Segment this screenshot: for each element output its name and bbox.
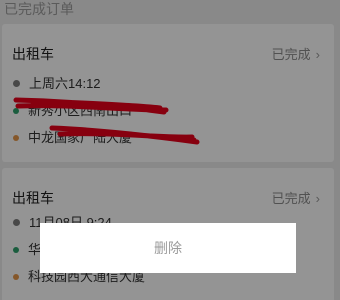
order-list-page: 已完成订单 出租车 已完成 › 上周六14:12 新秀小区西南出口 中龙国家广陆大… [0,0,340,300]
delete-button[interactable]: 删除 [40,223,296,273]
